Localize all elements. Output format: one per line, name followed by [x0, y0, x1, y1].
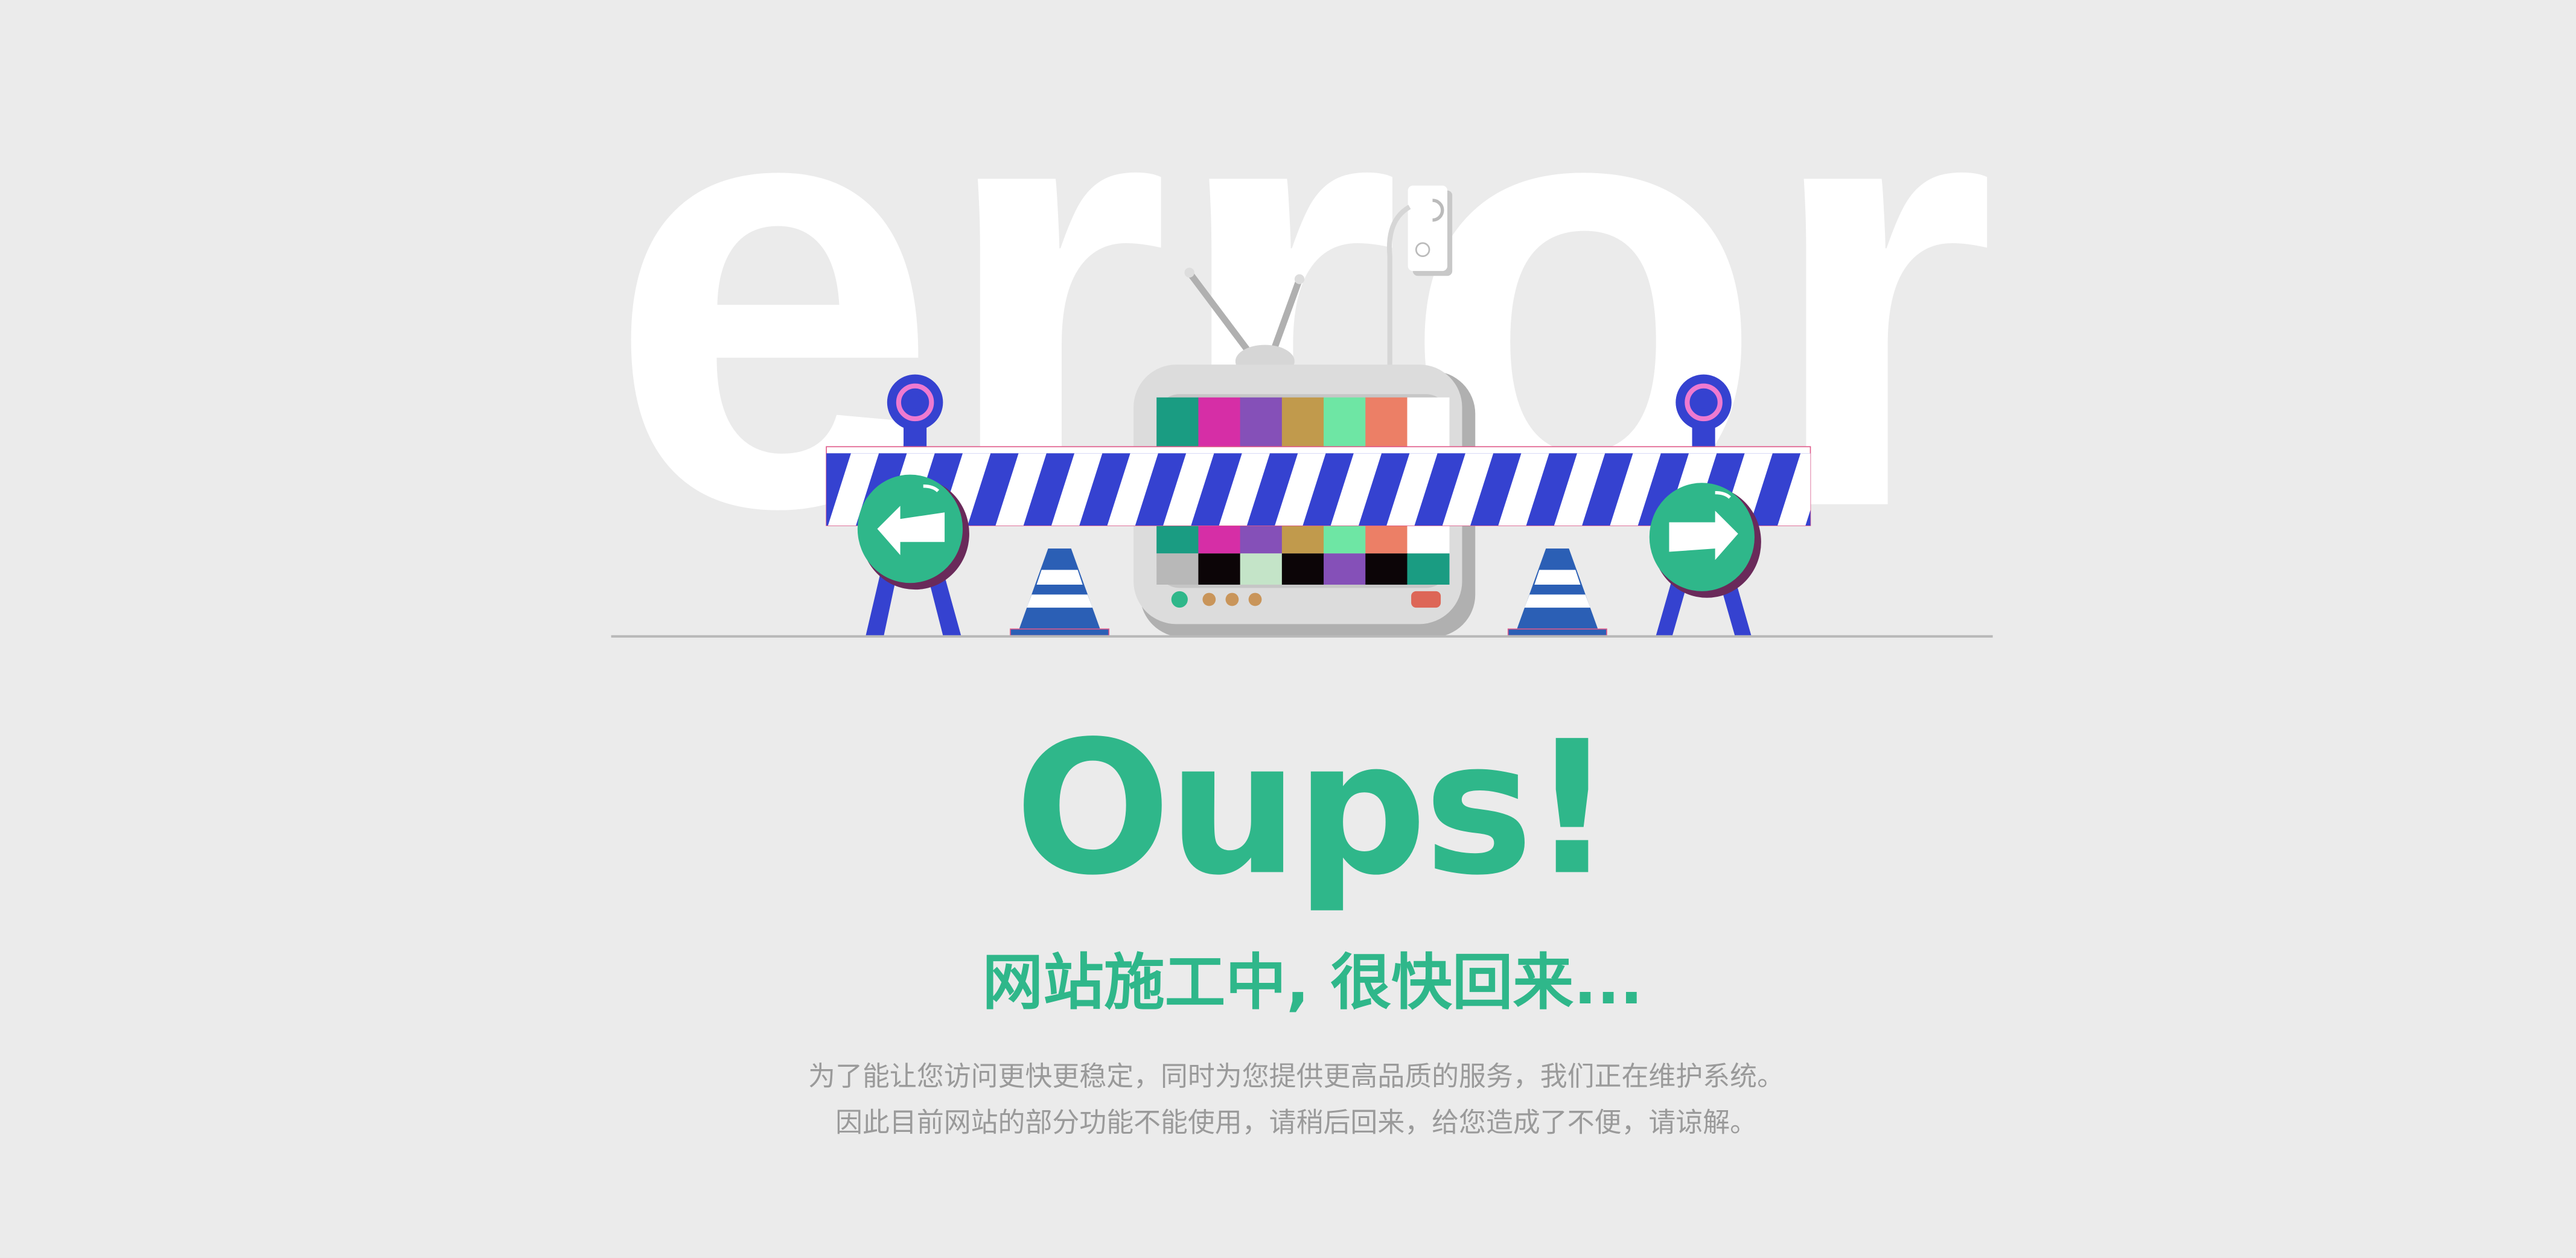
tv-color-bar	[1198, 553, 1241, 585]
tv-color-bar	[1240, 553, 1283, 585]
page-subheading: 网站施工中, 很快回来...	[982, 947, 1643, 1018]
message-line-2: 因此目前网站的部分功能不能使用，请稍后回来，给您造成了不便，请谅解。	[835, 1107, 1758, 1139]
tv-color-bar	[1365, 553, 1408, 585]
tv-color-bar	[1281, 553, 1324, 585]
message-line-1: 为了能让您访问更快更稳定，同时为您提供更高品质的服务，我们正在维护系统。	[808, 1061, 1784, 1093]
tv-color-bar	[1156, 553, 1199, 585]
tv-color-bar	[1407, 553, 1450, 585]
page-heading: Oups!	[1014, 702, 1614, 916]
error-page: error Oups! 网站施工中, 很快回来... 为了能让您访问更快更稳定，…	[0, 0, 2576, 1258]
tv-color-bar	[1324, 553, 1366, 585]
